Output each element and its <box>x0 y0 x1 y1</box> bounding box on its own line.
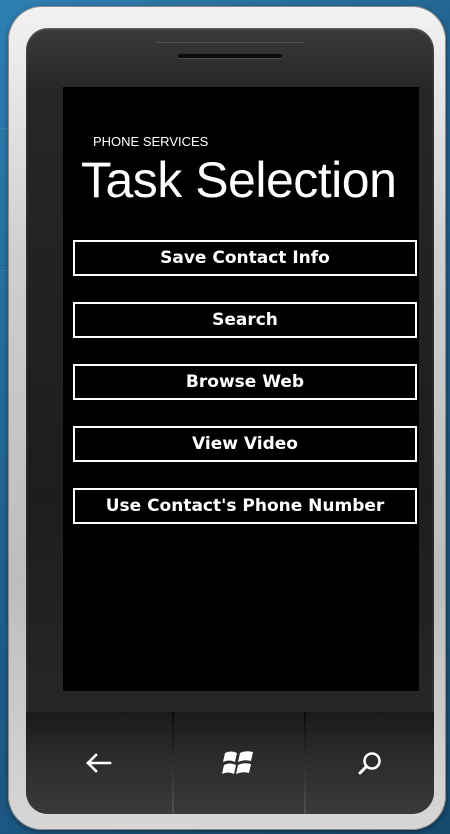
search-icon <box>357 750 383 776</box>
use-contact-phone-number-button[interactable]: Use Contact's Phone Number <box>73 488 417 524</box>
start-key[interactable] <box>174 712 304 814</box>
hardware-key-bar <box>26 712 434 814</box>
search-button[interactable]: Search <box>73 302 417 338</box>
save-contact-info-button[interactable]: Save Contact Info <box>73 240 417 276</box>
browse-web-button[interactable]: Browse Web <box>73 364 417 400</box>
windows-logo-icon <box>222 747 256 779</box>
task-list: Save Contact Info Search Browse Web View… <box>73 240 417 550</box>
page-title: Task Selection <box>81 152 397 208</box>
search-key[interactable] <box>306 712 434 814</box>
view-video-button[interactable]: View Video <box>73 426 417 462</box>
back-key[interactable] <box>26 712 172 814</box>
speaker-grille <box>178 54 282 58</box>
back-arrow-icon <box>86 753 112 773</box>
app-title: PHONE SERVICES <box>93 134 209 149</box>
speaker-highlight <box>156 42 304 43</box>
phone-screen: PHONE SERVICES Task Selection Save Conta… <box>63 87 419 691</box>
phone-frame: PHONE SERVICES Task Selection Save Conta… <box>8 6 446 830</box>
phone-body: PHONE SERVICES Task Selection Save Conta… <box>26 28 434 814</box>
